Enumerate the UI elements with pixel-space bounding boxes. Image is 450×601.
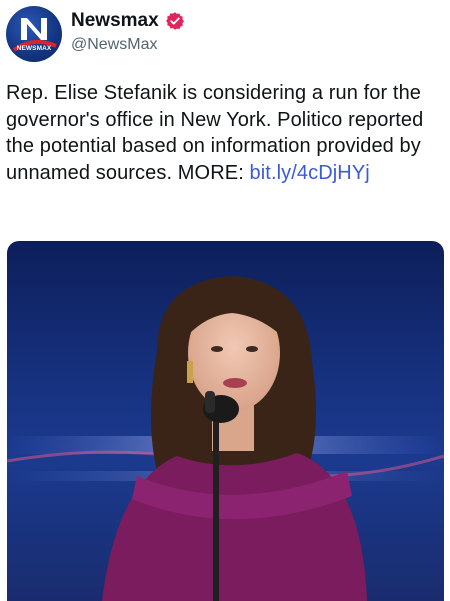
tweet-media-photo[interactable] [7,241,444,601]
newsmax-logo-icon [12,18,57,52]
tweet-text: Rep. Elise Stefanik is considering a run… [6,80,446,186]
verified-badge-icon [165,11,185,31]
account-handle[interactable]: @NewsMax [71,36,185,54]
avatar-label: NEWSMAX [16,45,52,52]
tweet-link[interactable]: bit.ly/4cDjHYj [250,162,370,184]
account-names: Newsmax @NewsMax [71,9,185,54]
tweet-header: NEWSMAX Newsmax @NewsMax [6,6,444,62]
avatar[interactable]: NEWSMAX [6,6,62,62]
display-name[interactable]: Newsmax [71,10,159,32]
photo-illustration [7,276,444,601]
